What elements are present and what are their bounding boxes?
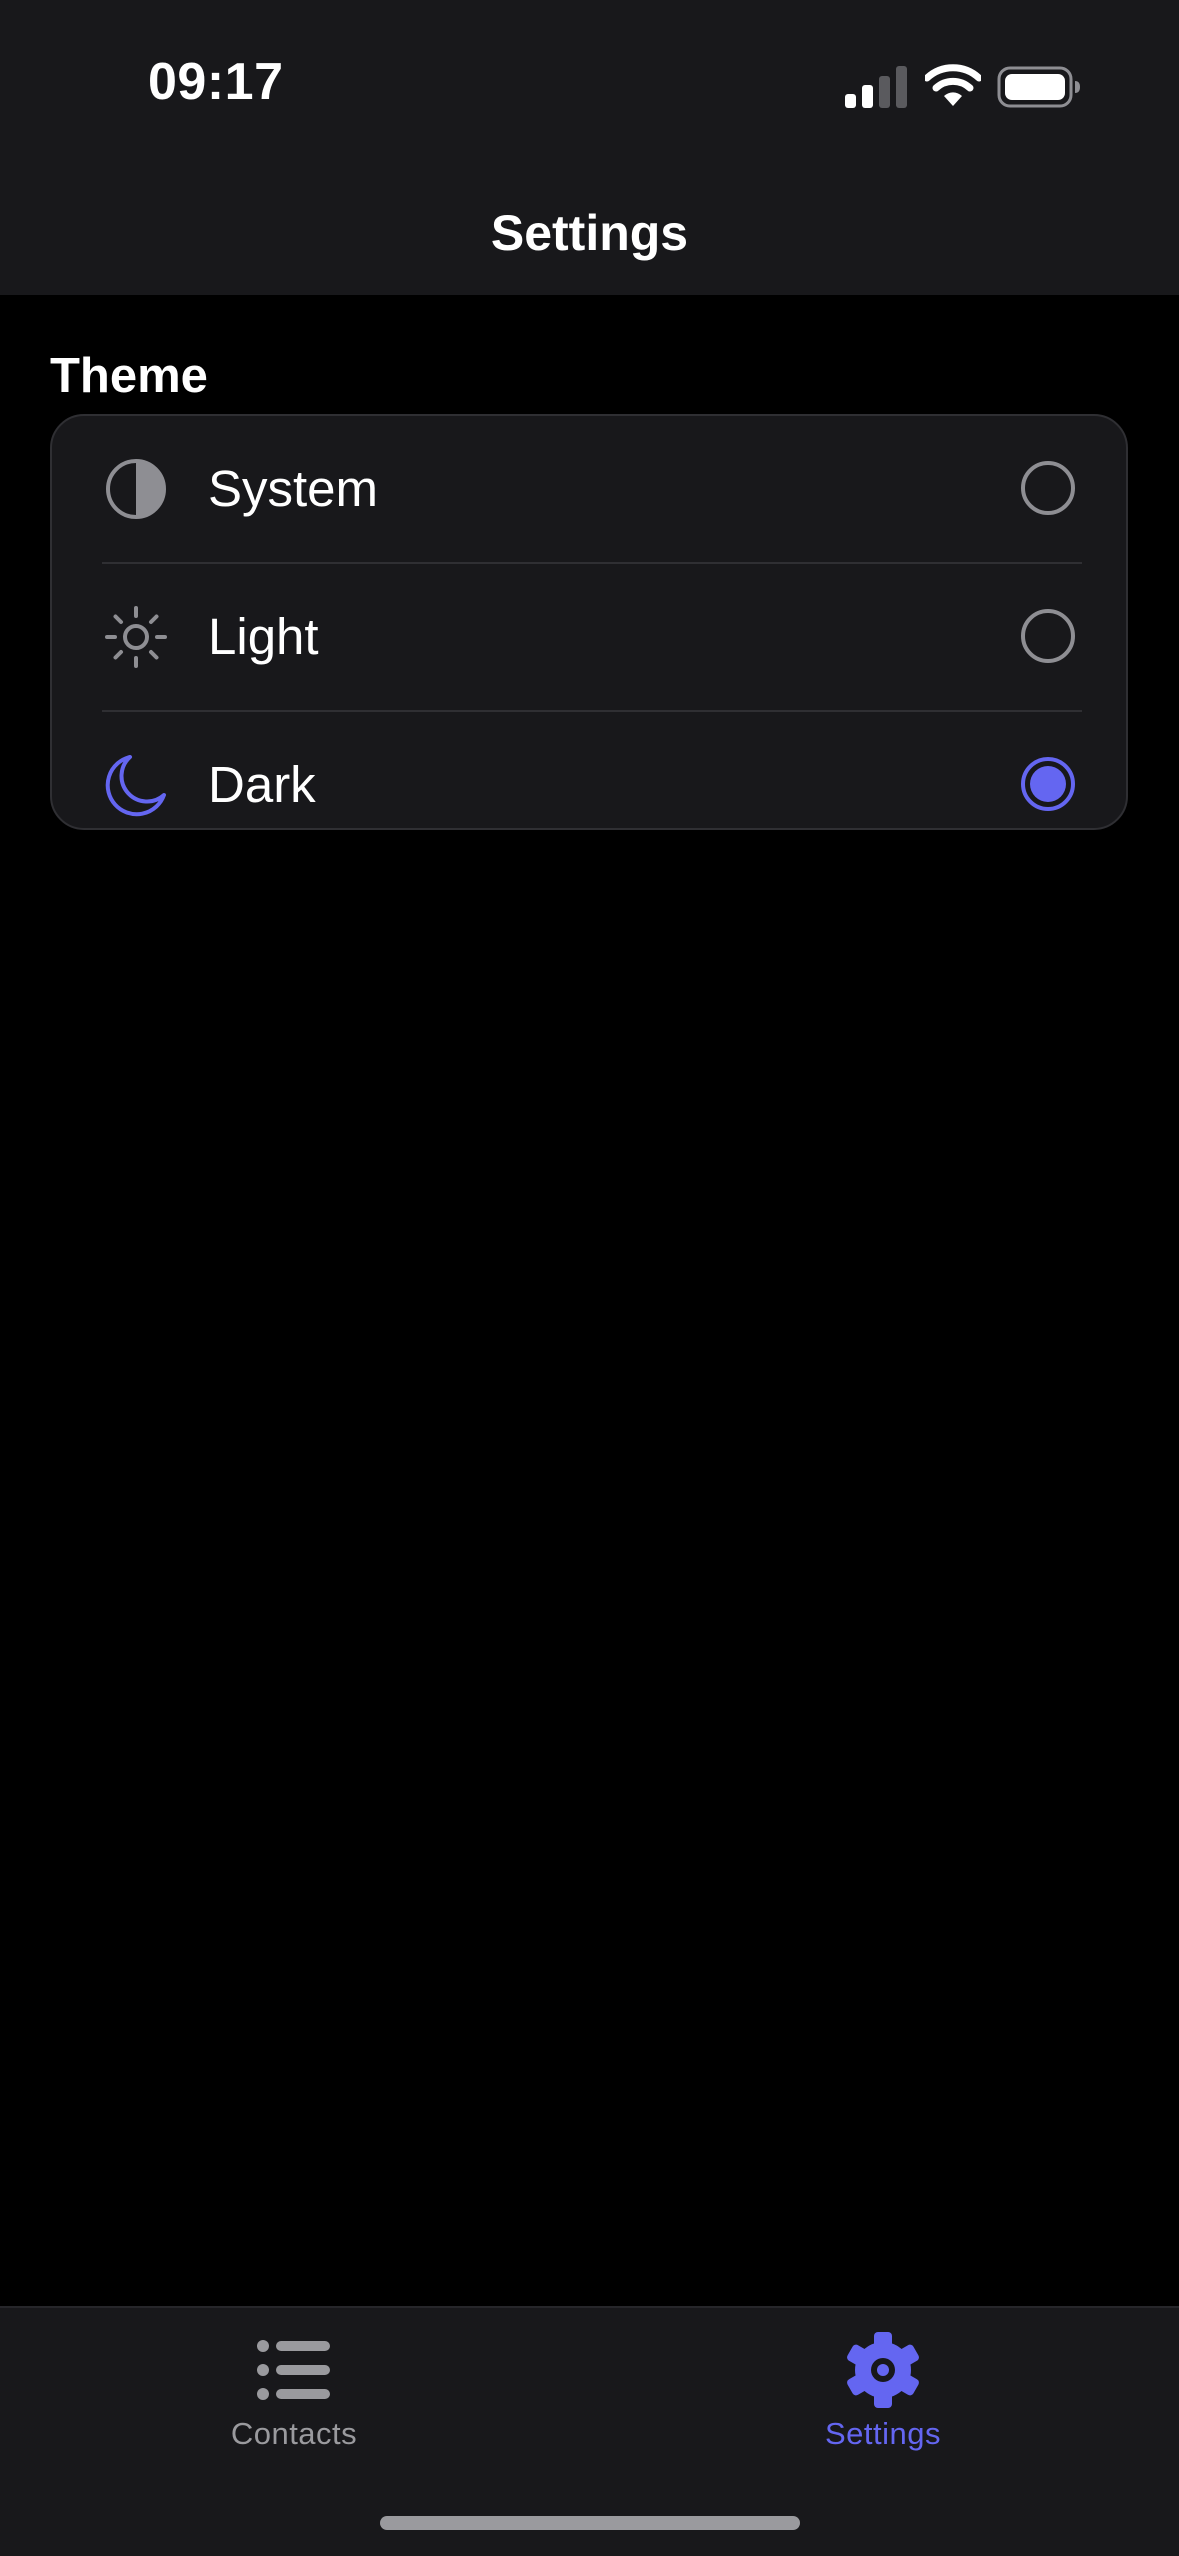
radio-button-unselected[interactable] [1020,608,1076,664]
status-time: 09:17 [148,53,284,111]
gear-icon [847,2332,919,2408]
theme-option-light[interactable]: Light [52,564,1126,710]
tab-contacts[interactable]: Contacts [94,2308,494,2478]
theme-option-system[interactable]: System [52,416,1126,562]
theme-options-group: System Light Dark [50,414,1128,830]
page-title: Settings [490,205,689,261]
radio-button-unselected[interactable] [1020,460,1076,516]
tab-contacts-label: Contacts [230,2416,358,2451]
navigation-bar: Settings [0,160,1179,295]
moon-icon [105,755,166,817]
home-indicator[interactable] [380,2516,800,2530]
half-circle-icon [106,459,166,519]
theme-option-label: Dark [208,756,316,813]
theme-option-dark[interactable]: Dark [52,712,1126,828]
list-icon [257,2340,330,2400]
tab-settings[interactable]: Settings [683,2308,1083,2478]
wifi-icon [925,64,981,106]
tab-settings-label: Settings [824,2416,941,2451]
status-bar: 09:17 [0,0,1179,160]
cellular-signal-icon [845,66,907,108]
sun-icon [105,606,167,668]
radio-button-selected[interactable] [1020,756,1076,812]
theme-option-label: Light [208,608,319,665]
theme-option-label: System [208,460,379,517]
battery-icon [997,66,1080,108]
theme-section-title: Theme [50,349,208,403]
